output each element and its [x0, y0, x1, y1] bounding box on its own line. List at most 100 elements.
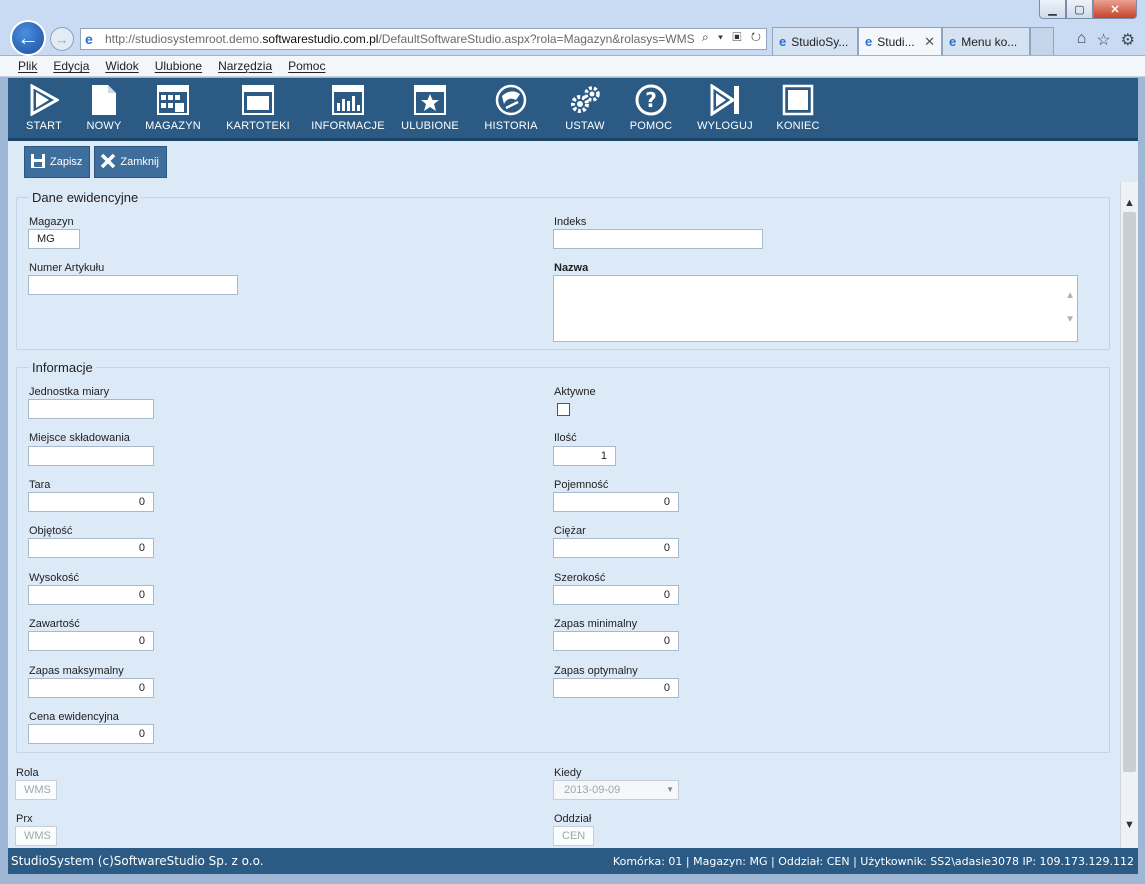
- back-button[interactable]: ←: [10, 20, 46, 56]
- maximize-button[interactable]: ▢: [1066, 0, 1093, 19]
- menu-narzedzia[interactable]: Narzędzia: [218, 59, 272, 73]
- toolbar-historia[interactable]: HISTORIA: [468, 83, 554, 132]
- chart-icon: [332, 83, 364, 117]
- pojemnosc-field[interactable]: 0: [553, 492, 679, 512]
- nazwa-label: Nazwa: [554, 262, 589, 274]
- oddzial-label: Oddział: [554, 813, 592, 825]
- szerokosc-field[interactable]: 0: [553, 585, 679, 605]
- menu-plik[interactable]: Plik: [18, 59, 37, 73]
- ilosc-field[interactable]: 1: [553, 446, 616, 466]
- toolbar-magazyn[interactable]: MAGAZYN: [134, 83, 212, 132]
- address-tools[interactable]: ⌕ ▾ ▣ ↻: [697, 30, 764, 45]
- zapas-minimalny-field[interactable]: 0: [553, 631, 679, 651]
- help-icon: ?: [634, 83, 668, 117]
- toolbar-informacje[interactable]: INFORMACJE: [304, 83, 392, 132]
- tara-field[interactable]: 0: [28, 492, 154, 512]
- tab-label: StudioSy...: [791, 34, 849, 49]
- close-window-button[interactable]: ✕: [1093, 0, 1137, 19]
- tara-label: Tara: [29, 479, 51, 491]
- jednostka-miary-field[interactable]: [28, 399, 154, 419]
- ie-logo-icon: e: [865, 34, 873, 49]
- window-controls: ▁ ▢ ✕: [1039, 0, 1137, 19]
- forward-button[interactable]: →: [50, 27, 74, 51]
- cena-ewidencyjna-label: Cena ewidencyjna: [29, 711, 119, 723]
- toolbar-pomoc[interactable]: ? POMOC: [616, 83, 686, 132]
- favorites-star-icon[interactable]: ☆: [1096, 30, 1110, 50]
- toolbar-ulubione[interactable]: ULUBIONE: [392, 83, 468, 132]
- aktywne-checkbox[interactable]: [557, 403, 570, 416]
- stop-icon: [782, 83, 814, 117]
- save-button[interactable]: Zapisz: [24, 146, 91, 178]
- miejsce-skladowania-field[interactable]: [28, 446, 154, 466]
- toolbar-nowy[interactable]: NOWY: [74, 83, 134, 132]
- window-icon: [242, 83, 274, 117]
- ie-logo-icon: e: [85, 30, 93, 47]
- scroll-up-arrow-icon[interactable]: ▲: [1121, 194, 1138, 212]
- home-icon[interactable]: ⌂: [1077, 30, 1087, 50]
- warehouse-grid-icon: [157, 83, 189, 117]
- oddzial-field: CEN: [553, 826, 594, 846]
- star-icon: [414, 83, 446, 117]
- wysokosc-field[interactable]: 0: [28, 585, 154, 605]
- magazyn-field[interactable]: MG: [28, 229, 80, 249]
- zawartosc-label: Zawartość: [29, 618, 80, 630]
- numer-artykulu-field[interactable]: [28, 275, 238, 295]
- vertical-scrollbar[interactable]: ▲ ▼: [1120, 182, 1138, 848]
- zapas-maksymalny-field[interactable]: 0: [28, 678, 154, 698]
- address-bar[interactable]: e http://studiosystemroot.demo. softwares…: [80, 28, 767, 50]
- nazwa-textarea[interactable]: ▲ ▼: [553, 275, 1078, 342]
- menu-bar: Plik Edycja Widok Ulubione Narzędzia Pom…: [0, 56, 1145, 77]
- kiedy-value: 2013-09-09: [564, 784, 621, 796]
- toolbar-ustaw[interactable]: USTAW: [554, 83, 616, 132]
- url-domain: softwarestudio.com.pl: [262, 32, 379, 46]
- menu-edycja[interactable]: Edycja: [53, 59, 89, 73]
- cena-ewidencyjna-field[interactable]: 0: [28, 724, 154, 744]
- menu-pomoc[interactable]: Pomoc: [288, 59, 325, 73]
- toolbar-kartoteki[interactable]: KARTOTEKI: [212, 83, 304, 132]
- zawartosc-field[interactable]: 0: [28, 631, 154, 651]
- app-window: START NOWY MAGAZYN KARTOTEKI INFORMACJE: [8, 78, 1138, 874]
- close-x-icon: [100, 153, 116, 172]
- toolbar-koniec[interactable]: KONIEC: [764, 83, 832, 132]
- szerokosc-label: Szerokość: [554, 572, 606, 584]
- scrollbar-thumb[interactable]: [1123, 212, 1136, 772]
- rola-label: Rola: [16, 767, 39, 779]
- copyright-text: StudioSystem (c)SoftwareStudio Sp. z o.o…: [11, 854, 264, 868]
- browser-tab-3[interactable]: e Menu ko...: [942, 27, 1030, 55]
- objetosc-field[interactable]: 0: [28, 538, 154, 558]
- magazyn-label: Magazyn: [29, 216, 74, 228]
- toolbar-start[interactable]: START: [14, 83, 74, 132]
- new-tab-button[interactable]: [1030, 27, 1054, 55]
- scroll-down-arrow-icon[interactable]: ▼: [1121, 816, 1138, 834]
- tab-label: Menu ko...: [961, 34, 1018, 49]
- kiedy-label: Kiedy: [554, 767, 582, 779]
- indeks-field[interactable]: [553, 229, 763, 249]
- svg-text:?: ?: [645, 88, 657, 112]
- play-icon: [29, 83, 59, 117]
- menu-widok[interactable]: Widok: [105, 59, 138, 73]
- scroll-up-icon[interactable]: ▲: [1065, 290, 1075, 301]
- zapas-optymalny-field[interactable]: 0: [553, 678, 679, 698]
- main-toolbar: START NOWY MAGAZYN KARTOTEKI INFORMACJE: [8, 78, 1138, 141]
- ciezar-field[interactable]: 0: [553, 538, 679, 558]
- browser-chrome: ▁ ▢ ✕ ← → e http://studiosystemroot.demo…: [0, 0, 1145, 56]
- menu-ulubione[interactable]: Ulubione: [155, 59, 202, 73]
- scroll-down-icon[interactable]: ▼: [1065, 314, 1075, 325]
- settings-gear-icon[interactable]: ⚙: [1121, 30, 1135, 50]
- group-legend: Dane ewidencyjne: [32, 190, 139, 205]
- minimize-button[interactable]: ▁: [1039, 0, 1066, 19]
- close-button[interactable]: Zamknij: [94, 146, 167, 178]
- zapas-maksymalny-label: Zapas maksymalny: [29, 665, 124, 677]
- form-content: Dane ewidencyjne Magazyn MG Indeks Numer…: [8, 182, 1120, 848]
- prx-field: WMS: [15, 826, 57, 846]
- miejsce-skladowania-label: Miejsce składowania: [29, 432, 130, 444]
- browser-tab-1[interactable]: e StudioSy...: [772, 27, 858, 55]
- browser-tab-2-active[interactable]: e Studi... ✕: [858, 27, 942, 55]
- action-bar: Zapisz Zamknij: [24, 146, 167, 178]
- url-path: /DefaultSoftwareStudio.aspx?rola=Magazyn…: [378, 32, 695, 46]
- numer-artykulu-label: Numer Artykułu: [29, 262, 105, 274]
- close-tab-icon[interactable]: ✕: [924, 34, 935, 50]
- toolbar-wyloguj[interactable]: WYLOGUJ: [686, 83, 764, 132]
- url-prefix: http://studiosystemroot.demo.: [105, 32, 263, 46]
- objetosc-label: Objętość: [29, 525, 73, 537]
